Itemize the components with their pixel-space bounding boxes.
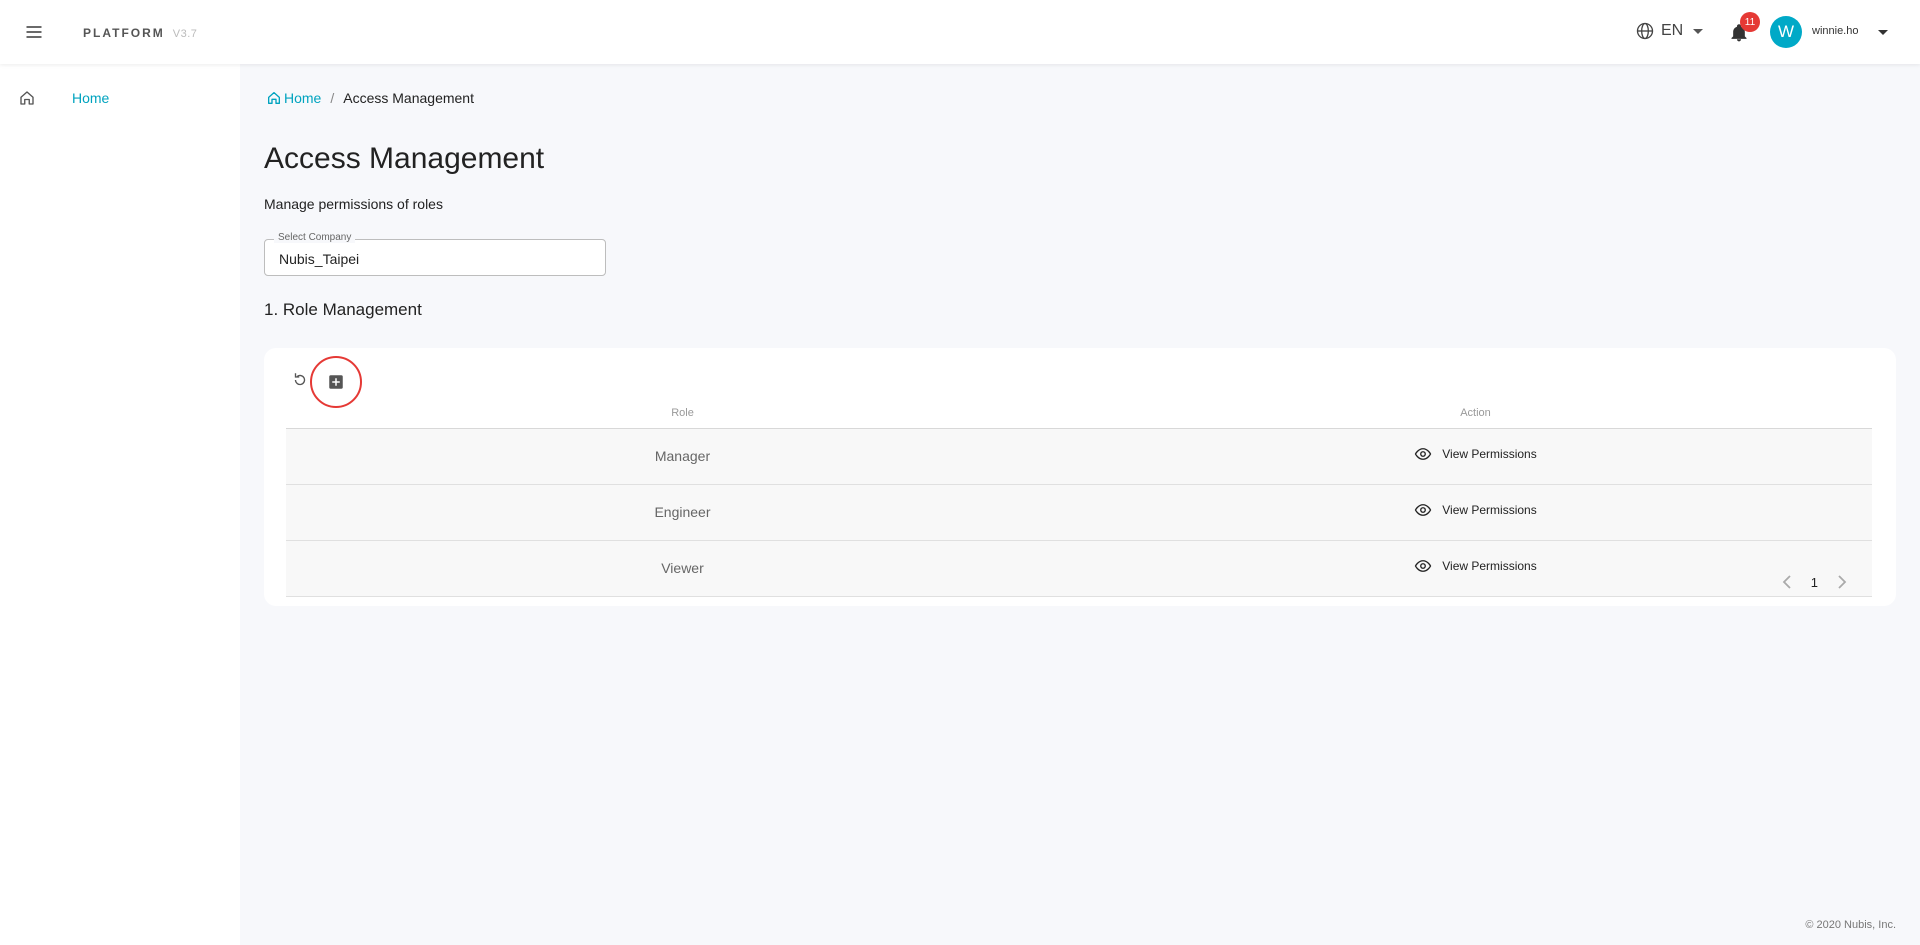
pagination: 1 (1781, 574, 1848, 590)
role-cell: Manager (286, 428, 1079, 485)
user-menu-chevron-down-icon[interactable] (1878, 30, 1888, 35)
brand-name: PLATFORM (83, 26, 165, 40)
next-page-chevron-right-icon[interactable] (1836, 574, 1848, 590)
view-permissions-button[interactable]: View Permissions (1414, 445, 1537, 463)
footer-copyright: © 2020 Nubis, Inc. (1805, 919, 1896, 931)
roles-table: Role Action Manager View Permissions Eng… (286, 398, 1872, 597)
breadcrumb-separator: / (330, 90, 335, 106)
breadcrumb-home-label: Home (284, 90, 322, 106)
page-number[interactable]: 1 (1811, 575, 1818, 590)
company-select-label: Select Company (274, 232, 356, 243)
eye-icon (1414, 447, 1432, 460)
avatar[interactable]: W (1770, 16, 1802, 48)
table-row: Viewer View Permissions (286, 540, 1872, 597)
action-cell: View Permissions (1079, 484, 1872, 541)
notifications-button[interactable]: 11 (1729, 12, 1760, 44)
breadcrumb: Home / Access Management (266, 90, 474, 106)
chevron-down-icon (1693, 28, 1704, 34)
company-select[interactable]: Select Company Nubis_Taipei (264, 232, 606, 276)
view-permissions-label: View Permissions (1442, 446, 1537, 461)
view-permissions-button[interactable]: View Permissions (1414, 557, 1537, 575)
username[interactable]: winnie.ho (1812, 25, 1858, 37)
action-cell: View Permissions (1079, 428, 1872, 485)
hamburger-menu-icon[interactable] (24, 22, 44, 42)
section-title: 1. Role Management (264, 300, 422, 319)
column-header-role[interactable]: Role (286, 398, 1079, 429)
main-content: Home / Access Management Access Manageme… (240, 64, 1920, 945)
globe-icon (1636, 22, 1654, 40)
role-cell: Engineer (286, 484, 1079, 541)
table-row: Manager View Permissions (286, 428, 1872, 485)
sidebar: Home (0, 64, 240, 945)
role-cell: Viewer (286, 540, 1079, 597)
language-selector[interactable]: EN (1635, 21, 1704, 41)
add-box-icon (329, 375, 343, 389)
table-header-row: Role Action (286, 398, 1872, 429)
view-permissions-button[interactable]: View Permissions (1414, 501, 1537, 519)
refresh-button[interactable] (290, 370, 310, 390)
page-title: Access Management (264, 142, 545, 175)
view-permissions-label: View Permissions (1442, 558, 1537, 573)
table-row: Engineer View Permissions (286, 484, 1872, 541)
role-table-card: Role Action Manager View Permissions Eng… (264, 348, 1896, 606)
sidebar-item-label: Home (72, 90, 110, 106)
version-label: V3.7 (172, 28, 198, 40)
previous-page-chevron-left-icon[interactable] (1781, 574, 1793, 590)
breadcrumb-home-link[interactable]: Home (266, 90, 321, 106)
eye-icon (1414, 559, 1432, 572)
action-cell: View Permissions (1079, 540, 1872, 597)
page-subtitle: Manage permissions of roles (264, 196, 443, 212)
home-icon (268, 92, 280, 104)
view-permissions-label: View Permissions (1442, 502, 1537, 517)
eye-icon (1414, 503, 1432, 516)
breadcrumb-current: Access Management (343, 90, 474, 106)
language-code: EN (1661, 22, 1684, 39)
top-bar: PLATFORM V3.7 EN 11 W winnie.ho (0, 0, 1920, 64)
brand-logo: PLATFORM V3.7 (83, 26, 197, 40)
home-icon (20, 91, 34, 105)
sidebar-item-home[interactable]: Home (0, 84, 240, 112)
notification-badge: 11 (1740, 12, 1760, 32)
company-select-value: Nubis_Taipei (279, 251, 360, 267)
column-header-action[interactable]: Action (1079, 398, 1872, 429)
refresh-icon (294, 373, 306, 386)
